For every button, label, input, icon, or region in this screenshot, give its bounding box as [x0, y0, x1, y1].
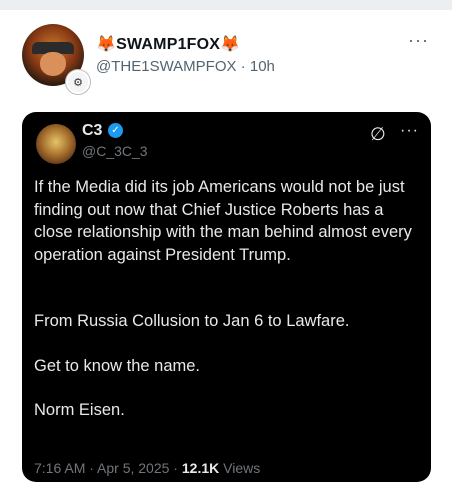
- views-label: Views: [219, 460, 261, 476]
- post-metadata: 7:16 AM · Apr 5, 2025 · 12.1K Views: [34, 460, 260, 476]
- avatar-face: [40, 52, 66, 76]
- author-handle-line[interactable]: @THE1SWAMPFOX · 10h: [96, 58, 275, 75]
- quoted-more-options-icon[interactable]: ···: [400, 122, 419, 140]
- post-paragraph: Get to know the name.: [34, 356, 201, 375]
- post-paragraph: Norm Eisen.: [34, 401, 125, 419]
- views-count: 12.1K: [181, 460, 220, 476]
- verified-badge-icon: ✓: [108, 123, 123, 138]
- grok-icon[interactable]: ∅: [370, 124, 386, 145]
- quoted-handle[interactable]: @C_3C_3: [82, 143, 148, 159]
- author-handle: @THE1SWAMPFOX: [96, 58, 237, 75]
- quoted-author-avatar[interactable]: [36, 124, 76, 164]
- post-paragraph: From Russia Collusion to Jan 6 to Lawfar…: [34, 312, 350, 330]
- post-time: 10h: [249, 58, 275, 75]
- author-display-name[interactable]: 🦊SWAMP1FOX🦊: [96, 34, 240, 54]
- post-paragraph: If the Media did its job Americans would…: [34, 178, 412, 264]
- more-options-icon[interactable]: ···: [408, 30, 429, 51]
- quoted-post-text: If the Media did its job Americans would…: [34, 176, 424, 422]
- top-divider: [0, 0, 452, 10]
- quoted-post-card[interactable]: C3 ✓ @C_3C_3 ∅ ··· If the Media did its …: [22, 112, 431, 482]
- post-timestamp: 7:16 AM · Apr 5, 2025 ·: [34, 460, 182, 476]
- quoted-display-name[interactable]: C3: [82, 122, 102, 140]
- affiliate-badge-icon: ⚙: [66, 70, 90, 94]
